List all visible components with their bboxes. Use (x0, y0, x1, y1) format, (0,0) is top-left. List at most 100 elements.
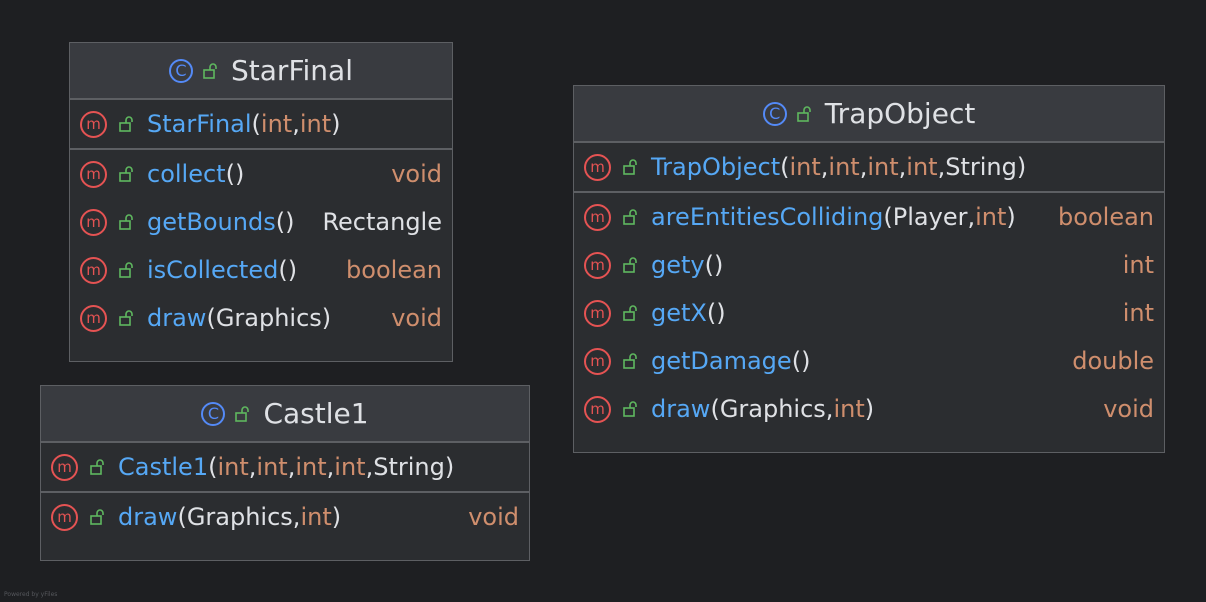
param-separator: , (967, 203, 976, 231)
method-icon: m (584, 153, 611, 181)
param-separator: , (859, 153, 868, 181)
param-type: Player (892, 203, 968, 231)
param-separator: , (248, 453, 257, 481)
members-list: m TrapObject(int, int, int, int, String) m… (574, 143, 1164, 433)
method-icon: m (584, 347, 611, 375)
method-icon: m (584, 251, 611, 279)
member-row[interactable]: m TrapObject(int, int, int, int, String) (574, 143, 1164, 191)
close-paren: ) (714, 251, 724, 279)
method-icon: m (80, 160, 107, 188)
public-lock-icon (623, 159, 637, 175)
public-lock-icon (235, 405, 250, 422)
methods-section: m areEntitiesColliding ( Player, int) boolea… (574, 193, 1164, 433)
open-paren: ( (706, 299, 717, 327)
close-paren: ) (285, 208, 295, 236)
public-lock-icon (119, 166, 133, 182)
return-type: void (391, 160, 442, 188)
method-icon: m (80, 208, 107, 236)
param-separator: , (820, 153, 829, 181)
open-paren: ( (275, 208, 286, 236)
close-paren: ) (864, 395, 875, 423)
class-castle1[interactable]: C Castle1 m Castle1(int, int, int, int, S… (40, 385, 530, 561)
class-name: StarFinal (231, 54, 353, 87)
param-type: String (373, 453, 445, 481)
return-type: double (1072, 347, 1154, 375)
public-lock-icon (623, 401, 637, 417)
close-paren: ) (234, 160, 245, 188)
public-lock-icon (119, 262, 133, 278)
public-lock-icon (119, 214, 133, 230)
member-name: Castle1 (118, 453, 209, 481)
members-list: m StarFinal(int, int) m collect() void m getBo… (70, 100, 452, 342)
close-paren: ) (287, 256, 298, 284)
member-name: StarFinal (147, 110, 252, 138)
param-separator: , (287, 453, 296, 481)
return-type: int (1122, 299, 1154, 327)
return-type: Rectangle (322, 208, 442, 236)
member-row[interactable]: m draw(Graphics, int) void (41, 493, 529, 541)
class-header: C TrapObject (574, 86, 1164, 143)
member-name: isCollected (147, 256, 279, 284)
member-row[interactable]: m getBounds() Rectangle (70, 198, 452, 246)
param-type: String (945, 153, 1017, 181)
member-row[interactable]: m gety() int (574, 241, 1164, 289)
method-icon: m (80, 256, 107, 284)
param-type: int (299, 110, 332, 138)
constructors-section: m TrapObject(int, int, int, int, String) (574, 143, 1164, 193)
class-header: C Castle1 (41, 386, 529, 443)
public-lock-icon (90, 459, 104, 475)
method-icon: m (51, 453, 78, 481)
footer-note: Powered by yFiles (4, 591, 58, 598)
param-type: int (300, 503, 332, 531)
class-name: Castle1 (263, 397, 369, 430)
public-lock-icon (623, 305, 637, 321)
member-row[interactable]: m StarFinal(int, int) (70, 100, 452, 148)
member-row[interactable]: m getDamage() double (574, 337, 1164, 385)
member-name: getDamage (651, 347, 792, 375)
return-type: void (468, 503, 519, 531)
member-row[interactable]: m draw(Graphics, int) void (574, 385, 1164, 433)
constructors-section: m Castle1(int, int, int, int, String) (41, 443, 529, 493)
param-separator: , (898, 153, 907, 181)
open-paren: ( (225, 160, 235, 188)
param-type: int (833, 395, 865, 423)
open-paren: ( (710, 395, 720, 423)
close-paren: ) (1006, 203, 1016, 231)
close-paren: ) (331, 503, 342, 531)
class-icon: C (762, 101, 787, 126)
class-starfinal[interactable]: C StarFinal m StarFinal(int, int) m collect… (69, 42, 453, 362)
member-name: TrapObject (651, 153, 781, 181)
member-row[interactable]: m getX() int (574, 289, 1164, 337)
param-separator: , (292, 503, 301, 531)
member-row[interactable]: m collect() void (70, 150, 452, 198)
method-icon: m (584, 203, 611, 231)
constructors-section: m StarFinal(int, int) (70, 100, 452, 150)
close-paren: ) (444, 453, 455, 481)
param-type: int (256, 453, 288, 481)
member-row[interactable]: m draw(Graphics) void (70, 294, 452, 342)
return-type: boolean (1058, 203, 1154, 231)
open-paren: ( (251, 110, 261, 138)
close-paren: ) (1016, 153, 1027, 181)
close-paren: ) (716, 299, 726, 327)
member-row[interactable]: m Castle1(int, int, int, int, String) (41, 443, 529, 491)
class-trapobject[interactable]: C TrapObject m TrapObject(int, int, int, … (573, 85, 1165, 453)
param-type: int (334, 453, 366, 481)
param-type: int (906, 153, 938, 181)
member-row[interactable]: m areEntitiesColliding(Player, int) boolea… (574, 193, 1164, 241)
open-paren: ( (278, 256, 288, 284)
open-paren: ( (704, 251, 714, 279)
member-name: areEntitiesColliding (651, 203, 884, 231)
param-type: Graphics (186, 503, 293, 531)
member-name: gety (651, 251, 705, 279)
return-type: int (1122, 251, 1154, 279)
open-paren: ( (208, 453, 218, 481)
member-row[interactable]: m isCollected() boolean (70, 246, 452, 294)
close-paren: ) (321, 304, 332, 332)
member-name: draw (147, 304, 207, 332)
return-type: void (1103, 395, 1154, 423)
public-lock-icon (119, 116, 133, 132)
member-name: draw (118, 503, 178, 531)
public-lock-icon (90, 509, 104, 525)
public-lock-icon (203, 62, 217, 79)
